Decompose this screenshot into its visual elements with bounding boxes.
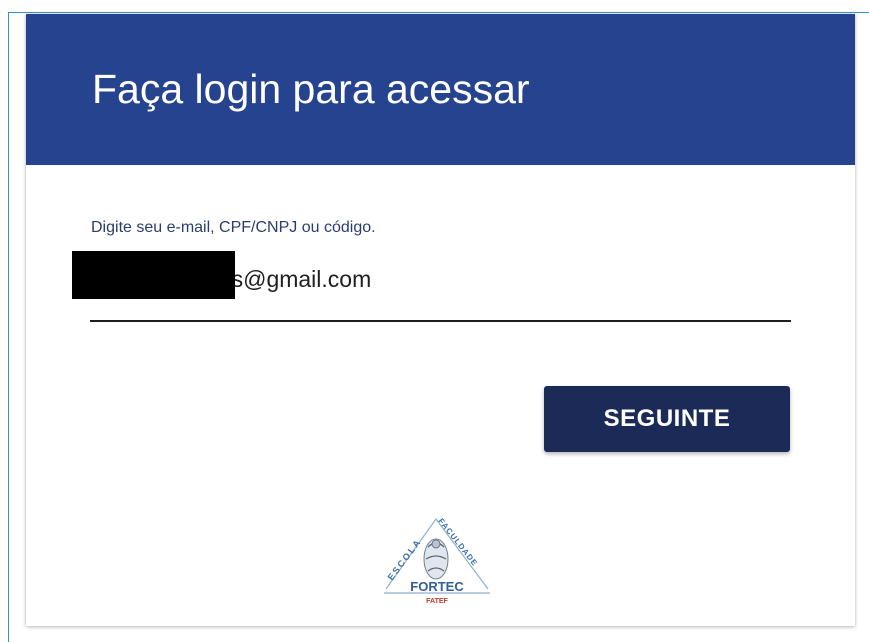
next-button[interactable]: SEGUINTE [544,386,790,452]
logo-text-escola: ESCOLA [386,537,422,583]
fortec-logo: ESCOLA FACULDADE FORTEC FATEF [384,517,490,605]
logo-text-fatef: FATEF [426,598,448,605]
redaction-box [72,251,235,299]
window-top-border [8,12,869,13]
login-card: Faça login para acessar Digite seu e-mai… [26,14,855,626]
login-header: Faça login para acessar [26,14,855,165]
login-field-label: Digite seu e-mail, CPF/CNPJ ou código. [91,219,376,236]
window-left-border [8,12,9,642]
logo-text-fortec: FORTEC [410,579,464,594]
input-underline [90,320,791,322]
svg-text:ESCOLA: ESCOLA [386,537,424,583]
login-title: Faça login para acessar [92,66,530,112]
